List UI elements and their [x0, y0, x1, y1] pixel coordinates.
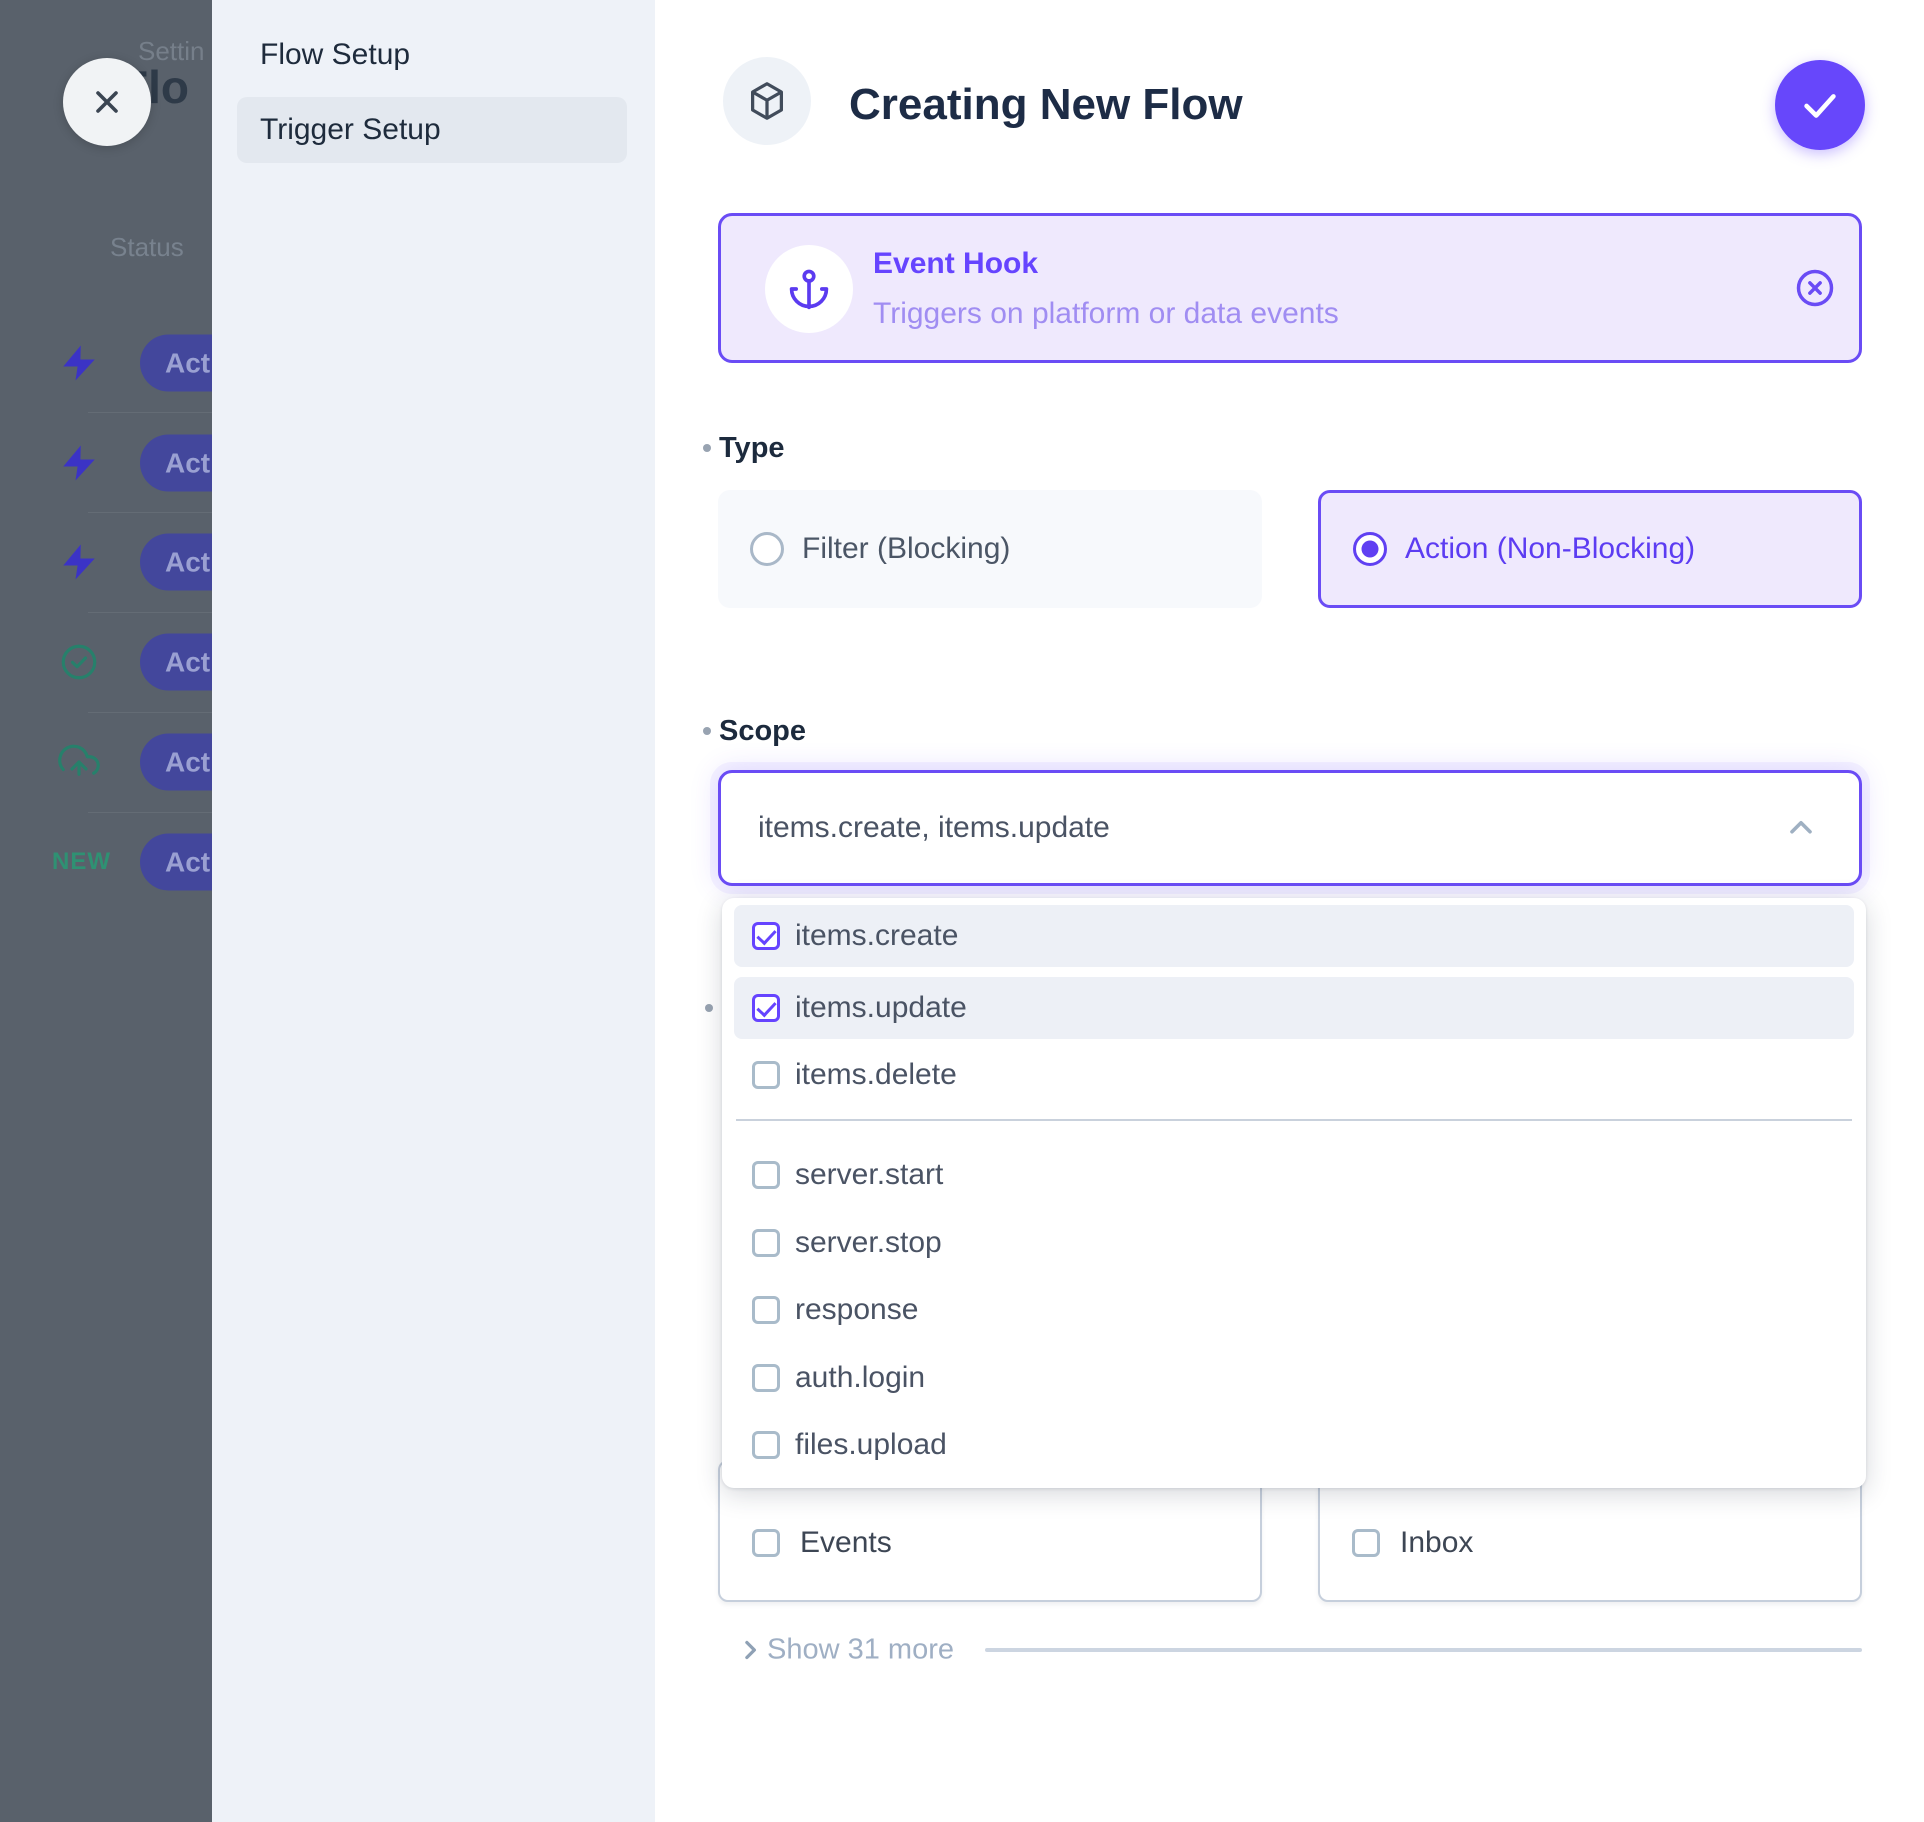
dimmed-background-page: Settin Flo Status Acti Acti Acti Acti Ac… [0, 0, 212, 1822]
trigger-card-subtitle: Triggers on platform or data events [873, 297, 1339, 331]
row-divider [88, 712, 212, 713]
bolt-icon [58, 541, 100, 583]
table-row: Acti [0, 419, 212, 507]
type-option-filter[interactable]: Filter (Blocking) [718, 490, 1262, 608]
status-badge: Acti [140, 634, 212, 691]
status-badge: Acti [140, 435, 212, 492]
type-field-label: Type [719, 432, 785, 465]
required-dot [703, 444, 711, 452]
scope-option-items-update[interactable]: items.update [734, 977, 1854, 1039]
type-option-label: Action (Non-Blocking) [1405, 532, 1695, 566]
show-more-row: Show 31 more [655, 1630, 1924, 1670]
trigger-type-card[interactable]: Event Hook Triggers on platform or data … [718, 213, 1862, 363]
scope-option-label: auth.login [795, 1361, 925, 1395]
check-circle-icon [58, 641, 100, 683]
table-row: Acti [0, 319, 212, 407]
scope-option-label: items.delete [795, 1058, 957, 1092]
close-drawer-button[interactable] [63, 58, 151, 146]
scope-option-server-stop[interactable]: server.stop [734, 1212, 1854, 1274]
checkbox-unchecked-icon[interactable] [752, 1529, 780, 1557]
table-row: Acti [0, 618, 212, 706]
cloud-upload-icon [58, 741, 100, 783]
cube-icon [744, 78, 790, 124]
checkbox-checked-icon[interactable] [752, 922, 780, 950]
table-row: Acti [0, 718, 212, 806]
show-more-link[interactable]: Show 31 more [767, 1634, 954, 1667]
row-divider [88, 412, 212, 413]
row-divider [88, 812, 212, 813]
checkbox-unchecked-icon[interactable] [1352, 1529, 1380, 1557]
scope-option-server-start[interactable]: server.start [734, 1144, 1854, 1206]
checkbox-checked-icon[interactable] [752, 994, 780, 1022]
row-divider [88, 612, 212, 613]
check-icon [1797, 82, 1843, 128]
scope-option-auth-login[interactable]: auth.login [734, 1347, 1854, 1409]
drawer-nav: Flow Setup Trigger Setup [212, 0, 655, 1822]
scope-option-response[interactable]: response [734, 1279, 1854, 1341]
status-badge: Acti [140, 534, 212, 591]
nav-item-flow-setup[interactable]: Flow Setup [237, 22, 627, 88]
bolt-icon [58, 442, 100, 484]
required-dot [703, 727, 711, 735]
drawer-main-panel: Creating New Flow Event Hook Triggers on… [655, 0, 1924, 1822]
required-dot [705, 1004, 713, 1012]
show-more-divider [985, 1648, 1862, 1652]
status-column-header: Status [110, 232, 184, 263]
scope-option-label: server.start [795, 1158, 943, 1192]
collection-option-label: Events [800, 1526, 892, 1560]
scope-selected-values: items.create, items.update [758, 811, 1110, 845]
dropdown-divider [736, 1119, 1852, 1121]
close-icon [89, 84, 125, 120]
bolt-icon [58, 342, 100, 384]
chevron-right-icon [735, 1635, 765, 1665]
status-badge: Acti [140, 834, 212, 891]
checkbox-unchecked-icon[interactable] [752, 1061, 780, 1089]
scope-option-label: items.create [795, 919, 958, 953]
scope-option-label: response [795, 1293, 918, 1327]
checkbox-unchecked-icon[interactable] [752, 1229, 780, 1257]
type-option-action[interactable]: Action (Non-Blocking) [1318, 490, 1862, 608]
radio-unselected-icon[interactable] [750, 532, 784, 566]
scope-option-label: items.update [795, 991, 967, 1025]
checkbox-unchecked-icon[interactable] [752, 1296, 780, 1324]
checkbox-unchecked-icon[interactable] [752, 1364, 780, 1392]
row-divider [88, 512, 212, 513]
x-circle-icon [1793, 266, 1837, 310]
page-title: Creating New Flow [849, 80, 1243, 130]
scope-option-files-upload[interactable]: files.upload [734, 1414, 1854, 1476]
checkbox-unchecked-icon[interactable] [752, 1431, 780, 1459]
scope-dropdown-menu: items.create items.update items.delete s… [722, 898, 1866, 1488]
collection-option-label: Inbox [1400, 1526, 1473, 1560]
deselect-trigger-button[interactable] [1793, 266, 1837, 310]
scope-option-label: files.upload [795, 1428, 947, 1462]
anchor-icon [787, 267, 831, 311]
scope-option-items-create[interactable]: items.create [734, 905, 1854, 967]
type-option-label: Filter (Blocking) [802, 532, 1010, 566]
checkbox-unchecked-icon[interactable] [752, 1161, 780, 1189]
status-badge: Acti [140, 734, 212, 791]
scope-field-label: Scope [719, 715, 806, 748]
status-badge: Acti [140, 335, 212, 392]
new-format-label: NEW [52, 848, 111, 876]
trigger-icon-circle [765, 245, 853, 333]
nav-item-trigger-setup[interactable]: Trigger Setup [237, 97, 627, 163]
scope-select-input[interactable]: items.create, items.update [718, 770, 1862, 886]
save-button[interactable] [1775, 60, 1865, 150]
scope-option-label: server.stop [795, 1226, 942, 1260]
drawer-header-icon [723, 57, 811, 145]
trigger-card-title: Event Hook [873, 247, 1038, 281]
scope-option-items-delete[interactable]: items.delete [734, 1044, 1854, 1106]
table-row: NEW Acti [0, 818, 212, 906]
table-row: Acti [0, 518, 212, 606]
radio-selected-icon[interactable] [1353, 532, 1387, 566]
chevron-up-icon[interactable] [1783, 810, 1819, 846]
